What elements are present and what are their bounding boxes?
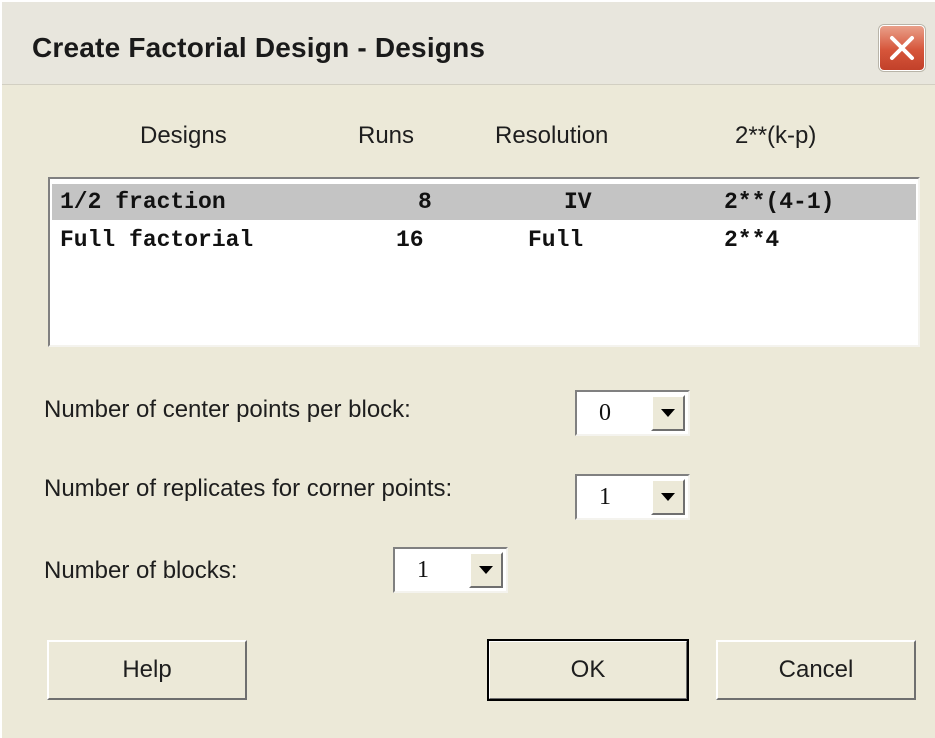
replicates-dropdown-button[interactable]: [651, 479, 685, 515]
center-points-dropdown-button[interactable]: [651, 395, 685, 431]
design-notation: 2**(4-1): [724, 189, 835, 215]
blocks-dropdown-button[interactable]: [469, 552, 503, 588]
center-points-dropdown[interactable]: 0: [575, 390, 690, 436]
column-header-designs: Designs: [140, 122, 227, 149]
design-runs: 16: [396, 227, 424, 253]
cancel-button[interactable]: Cancel: [716, 640, 916, 700]
chevron-down-icon: [661, 493, 675, 501]
list-item-half-fraction[interactable]: 1/2 fraction 8 IV 2**(4-1): [52, 184, 916, 220]
close-button[interactable]: [879, 25, 925, 71]
center-points-label: Number of center points per block:: [44, 396, 411, 423]
blocks-value: 1: [417, 557, 429, 583]
blocks-dropdown[interactable]: 1: [393, 547, 508, 593]
blocks-label: Number of blocks:: [44, 557, 238, 584]
center-points-value: 0: [599, 400, 611, 426]
dialog-window: Create Factorial Design - Designs Design…: [0, 0, 935, 738]
close-icon: [890, 36, 914, 60]
design-name: Full factorial: [60, 227, 254, 253]
window-title: Create Factorial Design - Designs: [32, 32, 486, 63]
design-resolution: IV: [564, 189, 592, 215]
column-header-resolution: Resolution: [495, 122, 609, 149]
chevron-down-icon: [661, 409, 675, 417]
chevron-down-icon: [479, 566, 493, 574]
title-bar[interactable]: Create Factorial Design - Designs: [2, 2, 935, 85]
design-resolution: Full: [528, 227, 584, 253]
design-runs: 8: [418, 189, 432, 215]
design-notation: 2**4: [724, 227, 780, 253]
replicates-dropdown[interactable]: 1: [575, 474, 690, 520]
column-header-notation: 2**(k-p): [735, 122, 817, 149]
help-button[interactable]: Help: [47, 640, 247, 700]
design-name: 1/2 fraction: [60, 189, 226, 215]
replicates-label: Number of replicates for corner points:: [44, 475, 453, 502]
replicates-value: 1: [599, 484, 611, 510]
list-item-full-factorial[interactable]: Full factorial 16 Full 2**4: [52, 222, 916, 258]
ok-button[interactable]: OK: [487, 639, 689, 701]
designs-listbox[interactable]: 1/2 fraction 8 IV 2**(4-1) Full factoria…: [48, 177, 920, 347]
column-header-runs: Runs: [358, 122, 415, 149]
